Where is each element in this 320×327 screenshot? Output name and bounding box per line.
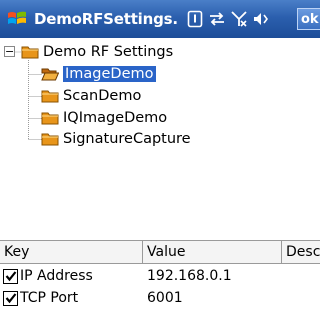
tree-item-label: IQImageDemo <box>63 110 168 126</box>
volume-icon[interactable] <box>250 0 272 38</box>
row-key: IP Address <box>20 268 93 284</box>
notification-icon[interactable] <box>184 0 206 38</box>
open-folder-icon <box>41 67 60 81</box>
title-bar: DemoRFSettings. ok <box>0 0 320 38</box>
tree-item-label: ScanDemo <box>63 88 142 104</box>
ok-button[interactable]: ok <box>297 8 320 30</box>
column-header-desc[interactable]: Desc <box>282 240 320 264</box>
windows-start-icon[interactable] <box>0 0 34 38</box>
column-header-value[interactable]: Value <box>143 240 282 264</box>
settings-tree[interactable]: − Demo RF Settings ImageDemo ScanDemo IQ… <box>0 38 320 240</box>
table-row[interactable]: IP Address 192.168.0.1 <box>0 265 320 287</box>
settings-grid[interactable]: Key Value Desc IP Address 192.168.0.1 TC… <box>0 240 320 327</box>
tree-item-root[interactable]: Demo RF Settings <box>21 41 173 63</box>
tree-item-label: SignatureCapture <box>63 131 191 147</box>
checkmark-icon <box>5 271 16 282</box>
folder-icon <box>21 45 39 59</box>
folder-icon <box>41 111 59 125</box>
tree-item-iqimagedemo[interactable]: IQImageDemo <box>41 107 167 129</box>
row-value: 192.168.0.1 <box>147 268 232 284</box>
table-row[interactable]: TCP Port 6001 <box>0 287 320 309</box>
signal-off-icon[interactable] <box>228 0 250 38</box>
connectivity-icon[interactable] <box>206 0 228 38</box>
tree-item-signaturecapture[interactable]: SignatureCapture <box>41 128 191 150</box>
tree-item-imagedemo[interactable]: ImageDemo <box>41 63 156 85</box>
tree-item-label: ImageDemo <box>63 66 156 82</box>
row-checkbox[interactable] <box>3 268 18 284</box>
collapse-toggle-icon[interactable]: − <box>4 46 15 57</box>
tree-item-scandemo[interactable]: ScanDemo <box>41 85 141 107</box>
checkmark-icon <box>5 293 16 304</box>
column-header-key[interactable]: Key <box>0 240 143 264</box>
row-checkbox[interactable] <box>3 290 18 306</box>
folder-icon <box>41 132 59 146</box>
row-key: TCP Port <box>20 290 79 306</box>
row-value: 6001 <box>147 290 183 306</box>
window-title: DemoRFSettings. <box>34 10 178 28</box>
folder-icon <box>41 89 59 103</box>
tree-item-label: Demo RF Settings <box>43 44 174 60</box>
